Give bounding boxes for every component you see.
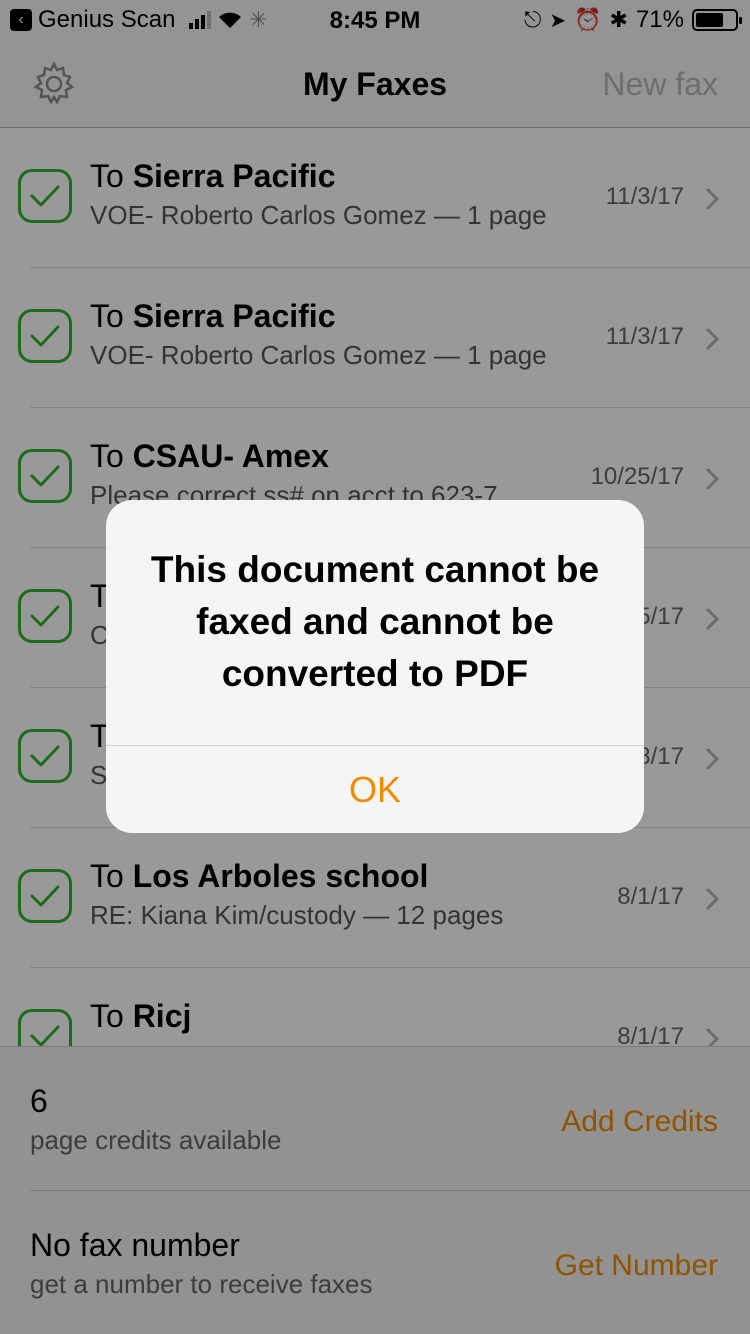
alert-dialog: This document cannot be faxed and cannot… <box>106 500 644 833</box>
ok-button[interactable]: OK <box>106 746 644 833</box>
alert-message: This document cannot be faxed and cannot… <box>150 549 600 694</box>
